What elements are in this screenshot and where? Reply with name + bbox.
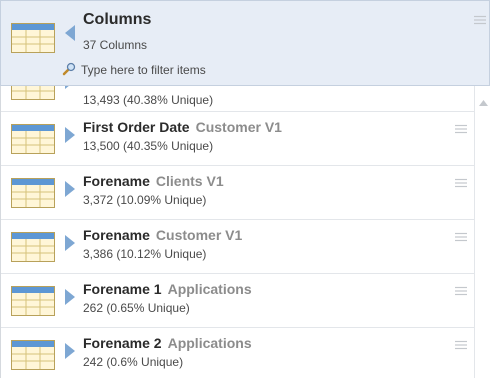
drag-handle-icon[interactable] bbox=[474, 12, 486, 30]
column-name-text: First Order Date bbox=[83, 119, 190, 135]
drag-handle-icon[interactable] bbox=[455, 337, 467, 355]
columns-panel: Columns 37 Columns Type here to filter i… bbox=[0, 0, 490, 378]
column-name: Forename 1 Applications bbox=[83, 281, 252, 297]
column-row[interactable]: Forename 2 Applications 242 (0.6% Unique) bbox=[1, 328, 474, 378]
scrollbar[interactable] bbox=[474, 86, 490, 378]
column-list: 13,493 (40.38% Unique) First Order Date C… bbox=[0, 86, 474, 378]
column-table: Applications bbox=[167, 335, 252, 351]
column-row[interactable]: First Order Date Customer V1 13,500 (40.3… bbox=[1, 112, 474, 166]
column-stats: 3,386 (10.12% Unique) bbox=[83, 247, 207, 261]
column-name: Forename 2 Applications bbox=[83, 335, 252, 351]
drag-handle-icon[interactable] bbox=[455, 283, 467, 301]
column-table: Customer V1 bbox=[155, 227, 243, 243]
column-table: Applications bbox=[167, 281, 252, 297]
table-icon bbox=[11, 86, 55, 105]
drag-handle-icon[interactable] bbox=[455, 121, 467, 139]
column-name-text: Forename bbox=[83, 173, 150, 189]
column-table: Customer V1 bbox=[195, 119, 282, 135]
column-row[interactable]: Forename 1 Applications 262 (0.65% Unique… bbox=[1, 274, 474, 328]
expand-icon[interactable] bbox=[65, 86, 75, 94]
drag-handle-icon[interactable] bbox=[455, 175, 467, 193]
column-table: Clients V1 bbox=[155, 173, 224, 189]
column-stats: 242 (0.6% Unique) bbox=[83, 355, 184, 369]
column-name-text: Forename bbox=[83, 227, 150, 243]
column-row[interactable]: 13,493 (40.38% Unique) bbox=[1, 86, 474, 112]
table-icon bbox=[11, 23, 55, 58]
drag-handle-icon[interactable] bbox=[455, 229, 467, 247]
column-name-text: Forename 2 bbox=[83, 335, 162, 351]
column-name: First Order Date Customer V1 bbox=[83, 119, 282, 135]
table-icon bbox=[11, 178, 55, 213]
collapse-icon[interactable] bbox=[65, 25, 75, 46]
panel-title: Columns bbox=[83, 11, 152, 28]
column-stats: 13,493 (40.38% Unique) bbox=[83, 93, 214, 107]
column-stats: 13,500 (40.35% Unique) bbox=[83, 139, 214, 153]
expand-icon[interactable] bbox=[65, 181, 75, 202]
column-stats: 262 (0.65% Unique) bbox=[83, 301, 190, 315]
column-row[interactable]: Forename Customer V1 3,386 (10.12% Unique… bbox=[1, 220, 474, 274]
columns-header: Columns 37 Columns bbox=[0, 0, 490, 86]
scroll-up-arrow-icon[interactable] bbox=[479, 93, 488, 111]
column-name: Forename Clients V1 bbox=[83, 173, 224, 189]
expand-icon[interactable] bbox=[65, 235, 75, 256]
column-count: 37 Columns bbox=[83, 38, 148, 52]
expand-icon[interactable] bbox=[65, 289, 75, 310]
search-icon bbox=[62, 62, 76, 81]
expand-icon[interactable] bbox=[65, 127, 75, 148]
column-name: Forename Customer V1 bbox=[83, 227, 242, 243]
column-row[interactable]: Forename Clients V1 3,372 (10.09% Unique) bbox=[1, 166, 474, 220]
filter-input[interactable] bbox=[81, 60, 381, 80]
column-name-text: Forename 1 bbox=[83, 281, 162, 297]
column-stats: 3,372 (10.09% Unique) bbox=[83, 193, 207, 207]
table-icon bbox=[11, 286, 55, 321]
table-icon bbox=[11, 232, 55, 267]
expand-icon[interactable] bbox=[65, 343, 75, 364]
table-icon bbox=[11, 340, 55, 375]
table-icon bbox=[11, 124, 55, 159]
